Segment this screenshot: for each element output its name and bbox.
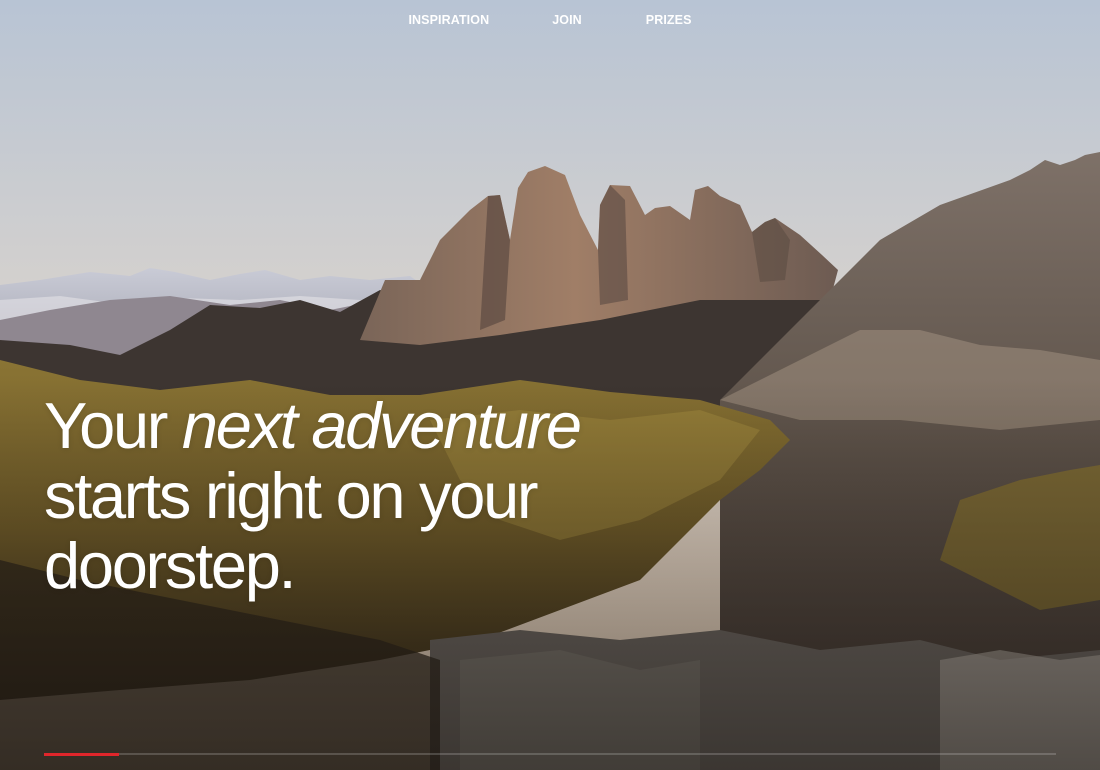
mountain-landscape-image [0,0,1100,770]
top-nav: INSPIRATION JOIN PRIZES [0,13,1100,27]
headline-part-2: starts right on your doorstep. [44,459,539,602]
slider-progress-fill [44,752,119,756]
slider-progress-track[interactable] [44,752,1056,756]
headline-emphasis: next adventure [181,389,582,462]
nav-link-prizes[interactable]: PRIZES [646,13,692,27]
headline-part-1: Your [44,389,182,462]
nav-link-inspiration[interactable]: INSPIRATION [408,13,489,27]
nav-link-join[interactable]: JOIN [552,13,582,27]
hero-background [0,0,1100,770]
hero-headline: Your next adventure starts right on your… [44,391,704,601]
